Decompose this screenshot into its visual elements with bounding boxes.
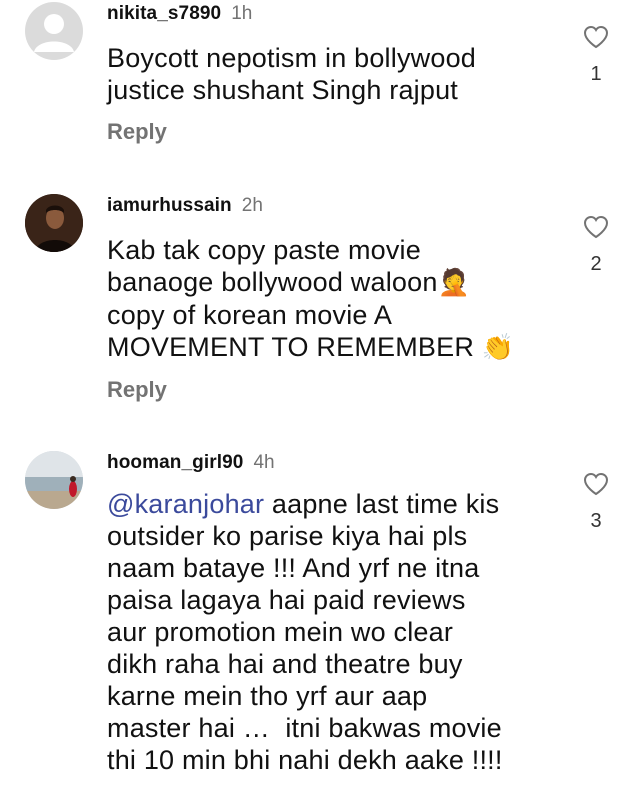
comment-username[interactable]: hooman_girl90 bbox=[107, 452, 243, 473]
profile-photo-icon bbox=[25, 451, 83, 509]
reply-button[interactable]: Reply bbox=[107, 119, 167, 145]
comment-text: Kab tak copy paste movie banaoge bollywo… bbox=[107, 234, 557, 364]
mention-link[interactable]: @karanjohar bbox=[107, 489, 264, 519]
comment-username[interactable]: nikita_s7890 bbox=[107, 3, 221, 24]
comment-line: naam bataye !!! And yrf ne itna bbox=[107, 553, 480, 583]
heart-icon[interactable] bbox=[583, 472, 609, 496]
clapping-hands-emoji: 👏 bbox=[481, 333, 515, 363]
comment-line: aapne last time kis bbox=[264, 489, 500, 519]
comment-line: banaoge bollywood waloon bbox=[107, 267, 438, 297]
like-count: 3 bbox=[590, 510, 602, 532]
profile-photo-icon bbox=[25, 194, 83, 252]
comment-line: copy of korean movie A bbox=[107, 300, 393, 330]
comment-username[interactable]: iamurhussain bbox=[107, 195, 232, 216]
comment-timestamp: 4h bbox=[253, 452, 275, 473]
comment-text: @karanjohar aapne last time kis outsider… bbox=[107, 488, 557, 776]
comment-line: justice shushant Singh rajput bbox=[107, 75, 459, 105]
comment-line: Kab tak copy paste movie bbox=[107, 235, 421, 265]
comment-line: karne mein tho yrf aur aap bbox=[107, 681, 428, 711]
facepalm-emoji: 🤦 bbox=[437, 268, 471, 298]
comment-line: Boycott nepotism in bollywood bbox=[107, 43, 476, 73]
comment-line: MOVEMENT TO REMEMBER bbox=[107, 332, 475, 362]
avatar[interactable] bbox=[25, 451, 83, 509]
comment-timestamp: 1h bbox=[231, 3, 253, 24]
avatar[interactable] bbox=[25, 194, 83, 252]
like-control[interactable]: 2 bbox=[580, 215, 612, 276]
like-control[interactable]: 3 bbox=[580, 472, 612, 533]
comment-line: aur promotion mein wo clear bbox=[107, 617, 454, 647]
reply-button[interactable]: Reply bbox=[107, 377, 167, 403]
comment-line: dikh raha hai and theatre buy bbox=[107, 649, 463, 679]
comment-timestamp: 2h bbox=[241, 195, 263, 216]
like-count: 2 bbox=[590, 253, 602, 275]
avatar[interactable] bbox=[25, 2, 83, 60]
default-avatar-icon bbox=[25, 2, 83, 60]
comment-line: paisa lagaya hai paid reviews bbox=[107, 585, 466, 615]
like-count: 1 bbox=[590, 63, 602, 85]
comment-line: thi 10 min bhi nahi dekh aake !!!! bbox=[107, 745, 503, 775]
comment-line: master hai … itni bakwas movie bbox=[107, 713, 502, 743]
heart-icon[interactable] bbox=[583, 25, 609, 49]
heart-icon[interactable] bbox=[583, 215, 609, 239]
comment-text: Boycott nepotism in bollywood justice sh… bbox=[107, 42, 557, 106]
like-control[interactable]: 1 bbox=[580, 25, 612, 86]
comment-line: outsider ko parise kiya hai pls bbox=[107, 521, 468, 551]
